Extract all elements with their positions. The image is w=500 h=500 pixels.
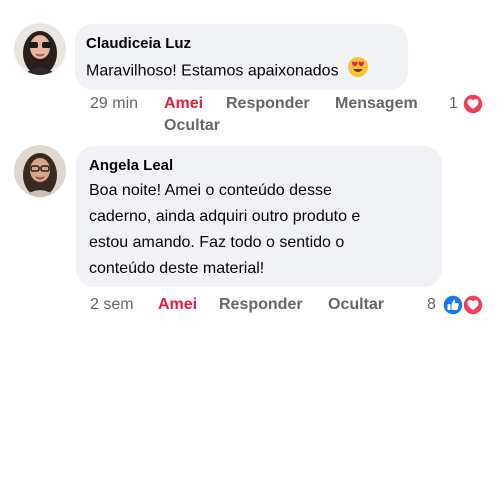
avatar[interactable] [14, 23, 66, 75]
comment-timestamp[interactable]: 2 sem [90, 294, 134, 316]
comment-bubble: Angela Leal Boa noite! Amei o conteúdo d… [76, 146, 442, 287]
hide-button[interactable]: Ocultar [328, 294, 384, 316]
hide-button[interactable]: Ocultar [164, 115, 220, 137]
heart-eyes-emoji-icon [347, 56, 369, 87]
cutoff-text-fragment [58, 0, 178, 2]
reaction-count[interactable]: 8 [427, 294, 436, 316]
love-icon[interactable] [462, 294, 484, 321]
comment-bubble: Claudiceia Luz Maravilhoso! Estamos apai… [75, 24, 408, 90]
reply-button[interactable]: Responder [219, 294, 303, 316]
message-button[interactable]: Mensagem [335, 93, 418, 115]
comment-timestamp[interactable]: 29 min [90, 93, 138, 115]
reaction-count[interactable]: 1 [449, 93, 458, 115]
comment-text-content: Maravilhoso! Estamos apaixonados [86, 62, 339, 80]
like-icon[interactable] [442, 294, 464, 321]
comment-text: Boa noite! Amei o conteúdo desse caderno… [89, 178, 430, 282]
comment-text-line: estou amando. Faz todo o sentido o [89, 234, 345, 251]
love-icon[interactable] [462, 93, 484, 120]
love-reaction-button[interactable]: Amei [158, 294, 197, 316]
comment-text-line: conteúdo deste material! [89, 260, 265, 277]
comment-author[interactable]: Angela Leal [89, 156, 430, 176]
comment-text-line: Boa noite! Amei o conteúdo desse [89, 182, 332, 199]
love-reaction-button[interactable]: Amei [164, 93, 203, 115]
avatar[interactable] [14, 145, 66, 197]
comment-text-line: caderno, ainda adquiri outro produto e [89, 208, 361, 225]
comment-author[interactable]: Claudiceia Luz [86, 34, 396, 54]
comment-text: Maravilhoso! Estamos apaixonados [86, 56, 396, 87]
reply-button[interactable]: Responder [226, 93, 310, 115]
